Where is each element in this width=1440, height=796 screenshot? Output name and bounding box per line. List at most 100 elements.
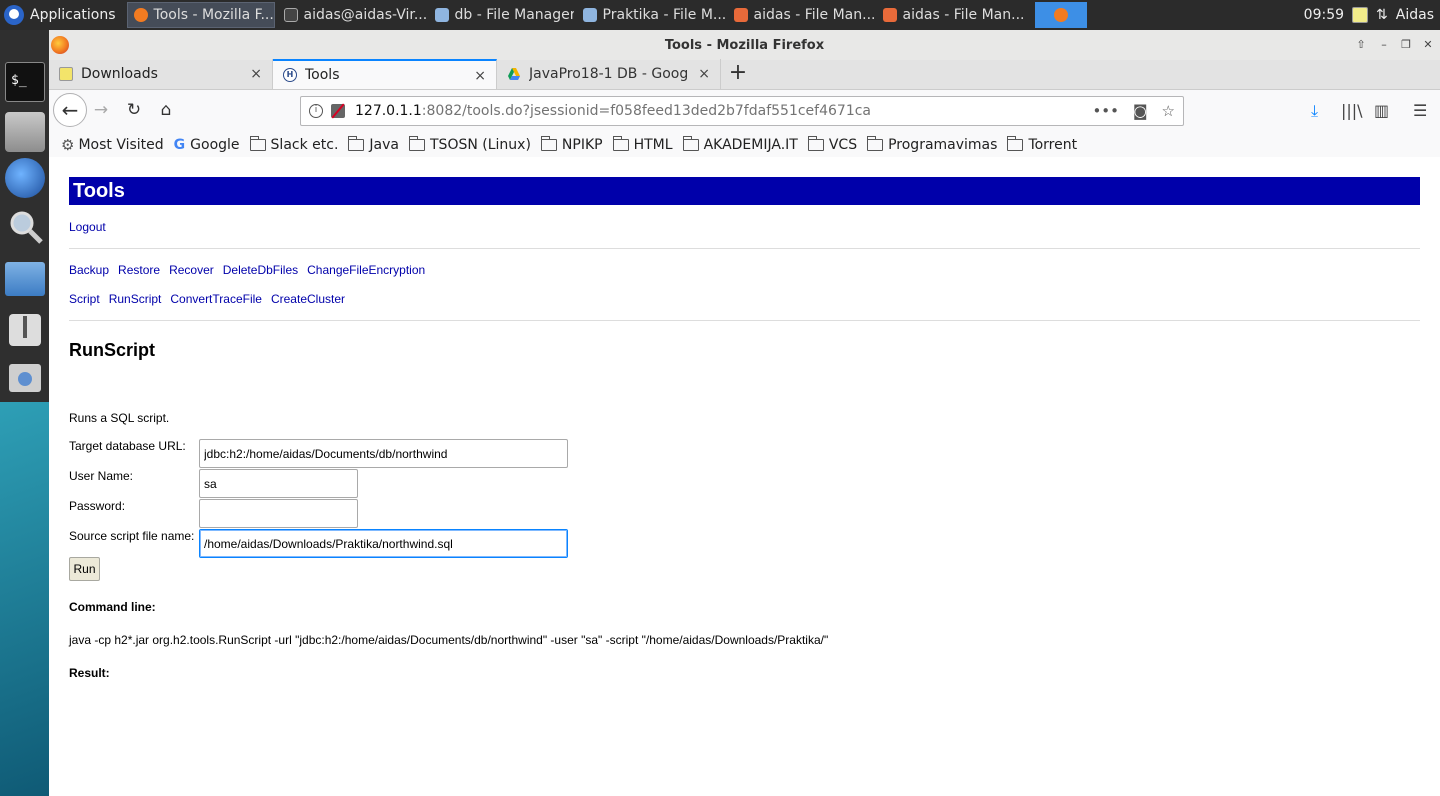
delete-db-files-link[interactable]: DeleteDbFiles [223, 263, 298, 277]
bookmark-most-visited[interactable]: ⚙ Most Visited [61, 136, 164, 154]
url-path: :8082/tools.do?jsessionid=f058feed13ded2… [421, 103, 871, 119]
user-name[interactable]: Aidas [1396, 7, 1434, 23]
taskbar-item-label: aidas - File Man... [902, 7, 1025, 23]
page-content: Tools Logout Backup Restore Recover Dele… [49, 157, 1440, 796]
recover-link[interactable]: Recover [169, 263, 214, 277]
window-titlebar[interactable]: Tools - Mozilla Firefox ⇧ – ❐ ✕ [49, 30, 1440, 60]
user-name-input[interactable] [199, 469, 358, 498]
taskbar-item-aidas-file-manager-2[interactable]: aidas - File Man... [877, 2, 1025, 28]
bookmark-label: HTML [633, 136, 673, 153]
close-window-icon[interactable]: ✕ [1421, 38, 1435, 52]
notes-icon[interactable] [1352, 7, 1369, 23]
library-icon[interactable]: |||\ [1341, 101, 1363, 120]
bookmark-folder-npikp[interactable]: NPIKP [540, 135, 603, 153]
gear-icon: ⚙ [61, 135, 75, 154]
terminal-launcher-icon[interactable]: $_ [5, 62, 45, 102]
home-button[interactable]: ⌂ [152, 96, 180, 124]
minimize-icon[interactable]: – [1377, 38, 1391, 52]
tools-links-row-2: Script RunScript ConvertTraceFile Create… [69, 292, 345, 306]
network-icon[interactable]: ⇅ [1376, 7, 1388, 23]
web-browser-icon[interactable] [5, 158, 45, 198]
bookmark-folder-programavimas[interactable]: Programavimas [867, 135, 997, 153]
firefox-icon [1053, 8, 1068, 22]
url-label: Target database URL: [69, 439, 186, 453]
home-folder-icon[interactable] [5, 112, 45, 152]
taskbar-item-aidas-file-manager[interactable]: aidas - File Man... [728, 2, 874, 28]
page-actions-icon[interactable]: ••• [1092, 102, 1119, 120]
home-icon [882, 8, 897, 22]
folder-icon [807, 135, 824, 151]
run-button[interactable]: Run [69, 557, 100, 581]
downloads-favicon-icon [59, 67, 73, 81]
run-script-link[interactable]: RunScript [109, 292, 162, 306]
taskbar-item-firefox[interactable]: Tools - Mozilla F... [126, 2, 275, 28]
user-name-label: User Name: [69, 469, 134, 483]
file-manager-icon[interactable] [5, 262, 45, 296]
close-tab-icon[interactable]: × [474, 68, 486, 84]
tab-label: Tools [305, 67, 340, 83]
usb-drive-icon[interactable] [5, 310, 45, 350]
command-line-label: Command line: [69, 600, 156, 614]
change-file-encryption-link[interactable]: ChangeFileEncryption [307, 263, 425, 277]
pocket-icon[interactable]: ◙ [1133, 102, 1148, 120]
bookmark-label: VCS [828, 136, 858, 153]
taskbar-item-db-file-manager[interactable]: db - File Manager [429, 2, 574, 28]
backup-link[interactable]: Backup [69, 263, 109, 277]
maximize-icon[interactable]: ❐ [1399, 38, 1413, 52]
url-bar[interactable]: i 127.0.1.1 :8082/tools.do?jsessionid=f0… [300, 96, 1184, 126]
target-database-url-input[interactable] [199, 439, 568, 468]
source-script-file-input[interactable] [199, 529, 568, 558]
bookmark-folder-torrent[interactable]: Torrent [1007, 135, 1077, 153]
new-tab-button[interactable]: + [721, 59, 755, 89]
bookmark-star-icon[interactable]: ☆ [1162, 102, 1175, 120]
taskbar-item-label: db - File Manager [454, 7, 574, 23]
restore-link[interactable]: Restore [118, 263, 160, 277]
script-link[interactable]: Script [69, 292, 100, 306]
password-input[interactable] [199, 499, 358, 528]
clock[interactable]: 09:59 [1304, 7, 1344, 23]
downloads-icon[interactable]: ⤓ [1311, 101, 1318, 121]
bookmark-folder-java[interactable]: Java [348, 135, 399, 153]
folder-icon [348, 135, 365, 151]
taskbar-item-firefox-launcher[interactable] [1034, 2, 1087, 28]
back-button[interactable]: ← [53, 93, 87, 127]
app-store-icon[interactable] [5, 356, 45, 396]
sidebar-icon[interactable]: ▥ [1374, 101, 1389, 120]
terminal-icon [283, 8, 298, 22]
insecure-connection-icon[interactable] [331, 104, 345, 118]
command-line-text: java -cp h2*.jar org.h2.tools.RunScript … [69, 633, 829, 647]
divider [69, 248, 1420, 249]
forward-button[interactable]: → [87, 96, 115, 124]
taskbar-item-terminal[interactable]: aidas@aidas-Vir... [278, 2, 426, 28]
create-cluster-link[interactable]: CreateCluster [271, 292, 345, 306]
tab-google-drive[interactable]: JavaPro18-1 DB - Google × [497, 59, 721, 89]
search-icon[interactable] [5, 206, 45, 246]
bookmark-folder-vcs[interactable]: VCS [807, 135, 858, 153]
tab-tools[interactable]: H Tools × [273, 59, 497, 89]
bookmark-folder-slack[interactable]: Slack etc. [249, 135, 338, 153]
home-icon [733, 8, 748, 22]
close-tab-icon[interactable]: × [698, 66, 710, 82]
bookmark-folder-html[interactable]: HTML [612, 135, 673, 153]
divider [69, 320, 1420, 321]
convert-trace-file-link[interactable]: ConvertTraceFile [170, 292, 262, 306]
folder-icon [1007, 135, 1024, 151]
bookmark-google[interactable]: G Google [174, 137, 240, 153]
bookmark-folder-tsosn[interactable]: TSOSN (Linux) [409, 135, 531, 153]
applications-menu[interactable]: Applications [0, 0, 124, 30]
close-tab-icon[interactable]: × [250, 66, 262, 82]
folder-icon [540, 135, 557, 151]
page-header: Tools [69, 177, 1420, 205]
menu-icon[interactable]: ☰ [1413, 101, 1427, 120]
site-info-icon[interactable]: i [309, 104, 323, 118]
reload-button[interactable]: ↻ [120, 96, 148, 124]
google-icon: G [173, 136, 186, 153]
window-up-icon[interactable]: ⇧ [1354, 38, 1368, 52]
section-title: RunScript [69, 340, 156, 360]
taskbar-item-praktika-file-manager[interactable]: Praktika - File M... [577, 2, 725, 28]
script-file-label: Source script file name: [69, 529, 195, 543]
desktop-background [0, 402, 49, 796]
bookmark-folder-akademija[interactable]: AKADEMIJA.IT [682, 135, 798, 153]
logout-link[interactable]: Logout [69, 220, 106, 234]
tab-downloads[interactable]: Downloads × [49, 59, 273, 89]
